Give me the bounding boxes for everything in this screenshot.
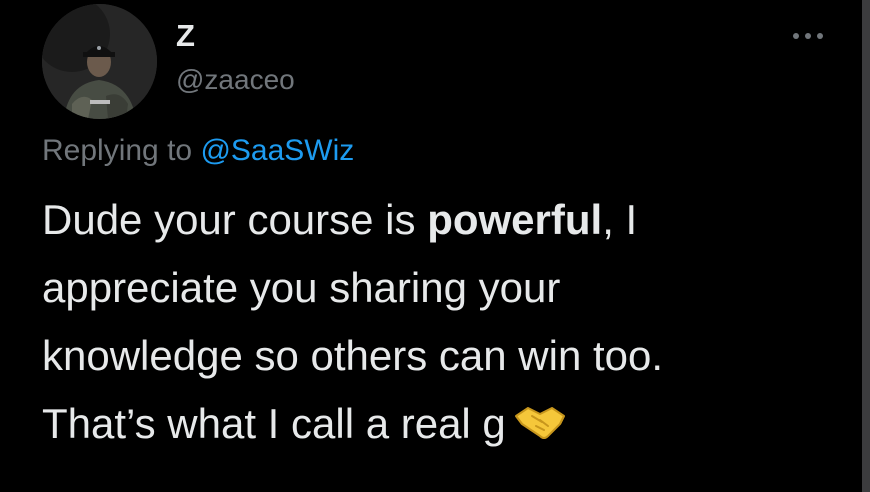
tweet-line: appreciate you sharing your — [42, 264, 561, 311]
tweet-line: That’s what I call a real g — [42, 390, 802, 462]
more-options-icon — [793, 33, 823, 39]
tweet-line: knowledge so others can win too. — [42, 332, 664, 379]
replying-to-label: Replying to — [42, 134, 193, 167]
tweet-text: Dude your course is powerful, I apprecia… — [42, 186, 802, 462]
scrollbar-edge — [862, 0, 870, 492]
tweet-line: Dude your course is powerful, I — [42, 186, 802, 254]
tweet-text-segment: That’s what I call a real g — [42, 400, 506, 447]
user-handle[interactable]: @zaaceo — [176, 64, 295, 96]
display-name[interactable]: Z — [176, 18, 195, 54]
replying-to: Replying to @SaaSWiz — [42, 134, 354, 168]
avatar-photo — [42, 4, 157, 119]
more-options-button[interactable] — [788, 22, 828, 50]
reply-mention-link[interactable]: @SaaSWiz — [200, 134, 354, 167]
handshake-emoji-icon — [514, 394, 566, 462]
tweet-bold-word: powerful — [427, 196, 603, 243]
tweet-text-segment: , I — [602, 196, 638, 243]
tweet-text-segment: Dude your course is — [42, 196, 428, 243]
avatar[interactable] — [42, 4, 157, 119]
